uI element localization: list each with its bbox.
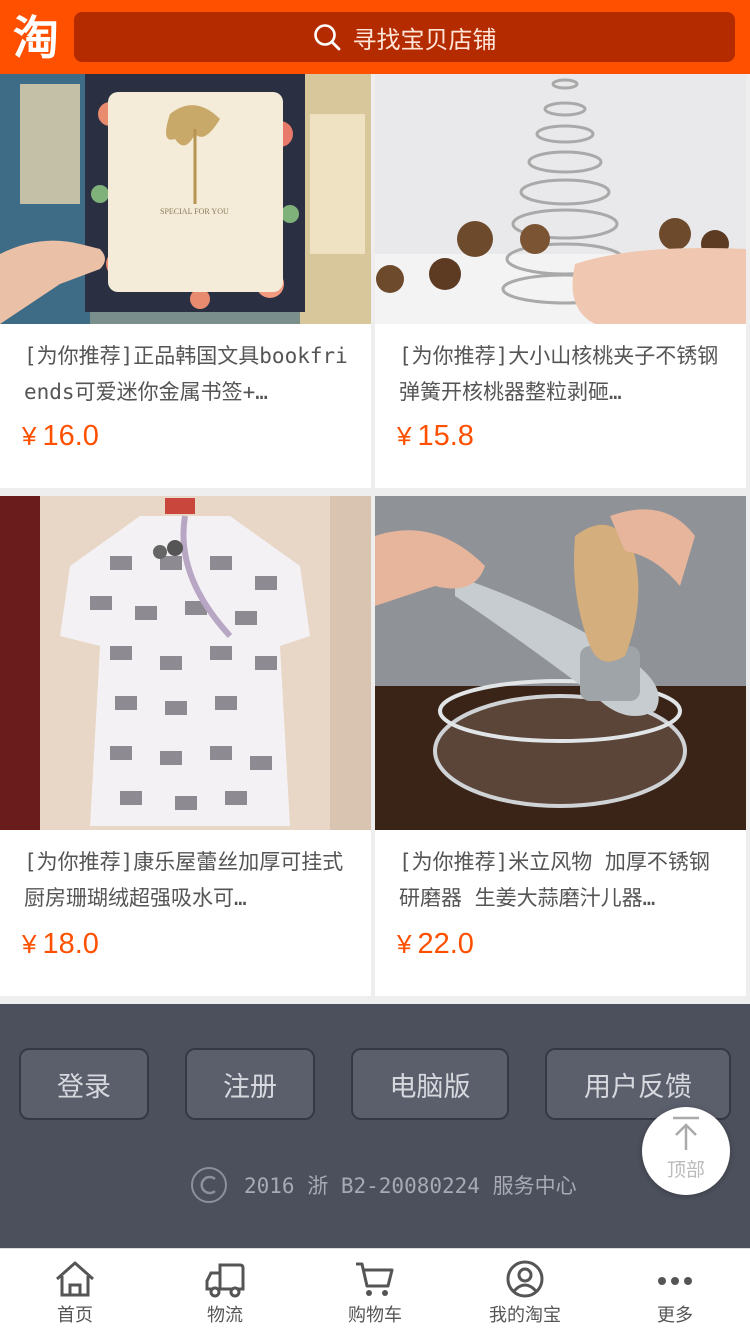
product-price: ¥22.0 (397, 928, 474, 961)
search-bar[interactable]: 寻找宝贝店铺 (74, 12, 735, 62)
currency-symbol: ¥ (397, 421, 412, 451)
truck-icon (205, 1263, 245, 1298)
search-icon (313, 24, 340, 51)
register-button[interactable]: 注册 (185, 1048, 315, 1120)
currency-symbol: ¥ (397, 929, 412, 959)
desktop-version-button[interactable]: 电脑版 (351, 1048, 509, 1120)
arrow-up-icon (673, 1116, 699, 1150)
svg-text:SPECIAL FOR YOU: SPECIAL FOR YOU (160, 207, 229, 216)
product-card[interactable]: [为你推荐]米立风物 加厚不锈钢研磨器 生姜大蒜磨汁儿器… ¥22.0 (375, 496, 746, 996)
currency-symbol: ¥ (22, 929, 37, 959)
bottom-tab-bar: 首页 物流 购物车 我的淘宝 更多 (0, 1248, 750, 1334)
feedback-button[interactable]: 用户反馈 (545, 1048, 731, 1120)
product-price: ¥16.0 (22, 420, 99, 453)
price-value: 22.0 (417, 928, 474, 960)
back-to-top-label: 顶部 (666, 1159, 705, 1181)
product-title: [为你推荐]正品韩国文具bookfriends可爱迷你金属书签+… (24, 344, 348, 404)
tab-label: 我的淘宝 (489, 1305, 561, 1326)
product-image-grater (375, 496, 746, 830)
back-to-top-button[interactable]: 顶部 (642, 1107, 730, 1195)
top-bar: 淘 寻找宝贝店铺 (0, 0, 750, 74)
tab-label: 更多 (657, 1305, 693, 1326)
product-title: [为你推荐]康乐屋蕾丝加厚可挂式厨房珊瑚绒超强吸水可… (24, 850, 344, 910)
user-icon (506, 1260, 544, 1298)
home-icon (56, 1261, 94, 1297)
tab-logistics[interactable]: 物流 (150, 1249, 300, 1334)
product-card[interactable]: [为你推荐]大小山核桃夹子不锈钢弹簧开核桃器整粒剥砸… ¥15.8 (375, 74, 746, 488)
copyright-line: 2016 浙 B2-20080224 服务中心 (190, 1166, 577, 1204)
tab-my-taobao[interactable]: 我的淘宝 (450, 1249, 600, 1334)
price-value: 15.8 (417, 420, 474, 452)
tab-cart[interactable]: 购物车 (300, 1249, 450, 1334)
copyright-text: 2016 浙 B2-20080224 服务中心 (244, 1174, 577, 1198)
tab-home[interactable]: 首页 (0, 1249, 150, 1334)
product-image-bookmark: SPECIAL FOR YOU (0, 74, 371, 324)
taobao-logo[interactable]: 淘 (8, 10, 64, 66)
login-button[interactable]: 登录 (19, 1048, 149, 1120)
more-icon (658, 1277, 692, 1285)
tab-label: 物流 (207, 1305, 243, 1326)
product-card[interactable]: SPECIAL FOR YOU [为你推荐]正品韩国文具bookfriends可… (0, 74, 371, 488)
cart-icon (356, 1262, 394, 1296)
product-price: ¥15.8 (397, 420, 474, 453)
product-title: [为你推荐]米立风物 加厚不锈钢研磨器 生姜大蒜磨汁儿器… (399, 850, 710, 910)
product-image-towel-dress (0, 496, 371, 830)
price-value: 16.0 (42, 420, 99, 452)
product-title: [为你推荐]大小山核桃夹子不锈钢弹簧开核桃器整粒剥砸… (399, 344, 719, 404)
product-image-nutcracker (375, 74, 746, 324)
copyright-icon (191, 1167, 227, 1203)
price-value: 18.0 (42, 928, 99, 960)
product-price: ¥18.0 (22, 928, 99, 961)
logo-glyph: 淘 (13, 11, 59, 65)
tab-label: 购物车 (348, 1305, 402, 1326)
site-footer: 登录 注册 电脑版 用户反馈 2016 浙 B2-20080224 服务中心 (0, 1004, 750, 1248)
tab-label: 首页 (57, 1305, 93, 1326)
tab-more[interactable]: 更多 (600, 1249, 750, 1334)
product-card[interactable]: [为你推荐]康乐屋蕾丝加厚可挂式厨房珊瑚绒超强吸水可… ¥18.0 (0, 496, 371, 996)
search-placeholder: 寻找宝贝店铺 (352, 25, 497, 54)
currency-symbol: ¥ (22, 421, 37, 451)
